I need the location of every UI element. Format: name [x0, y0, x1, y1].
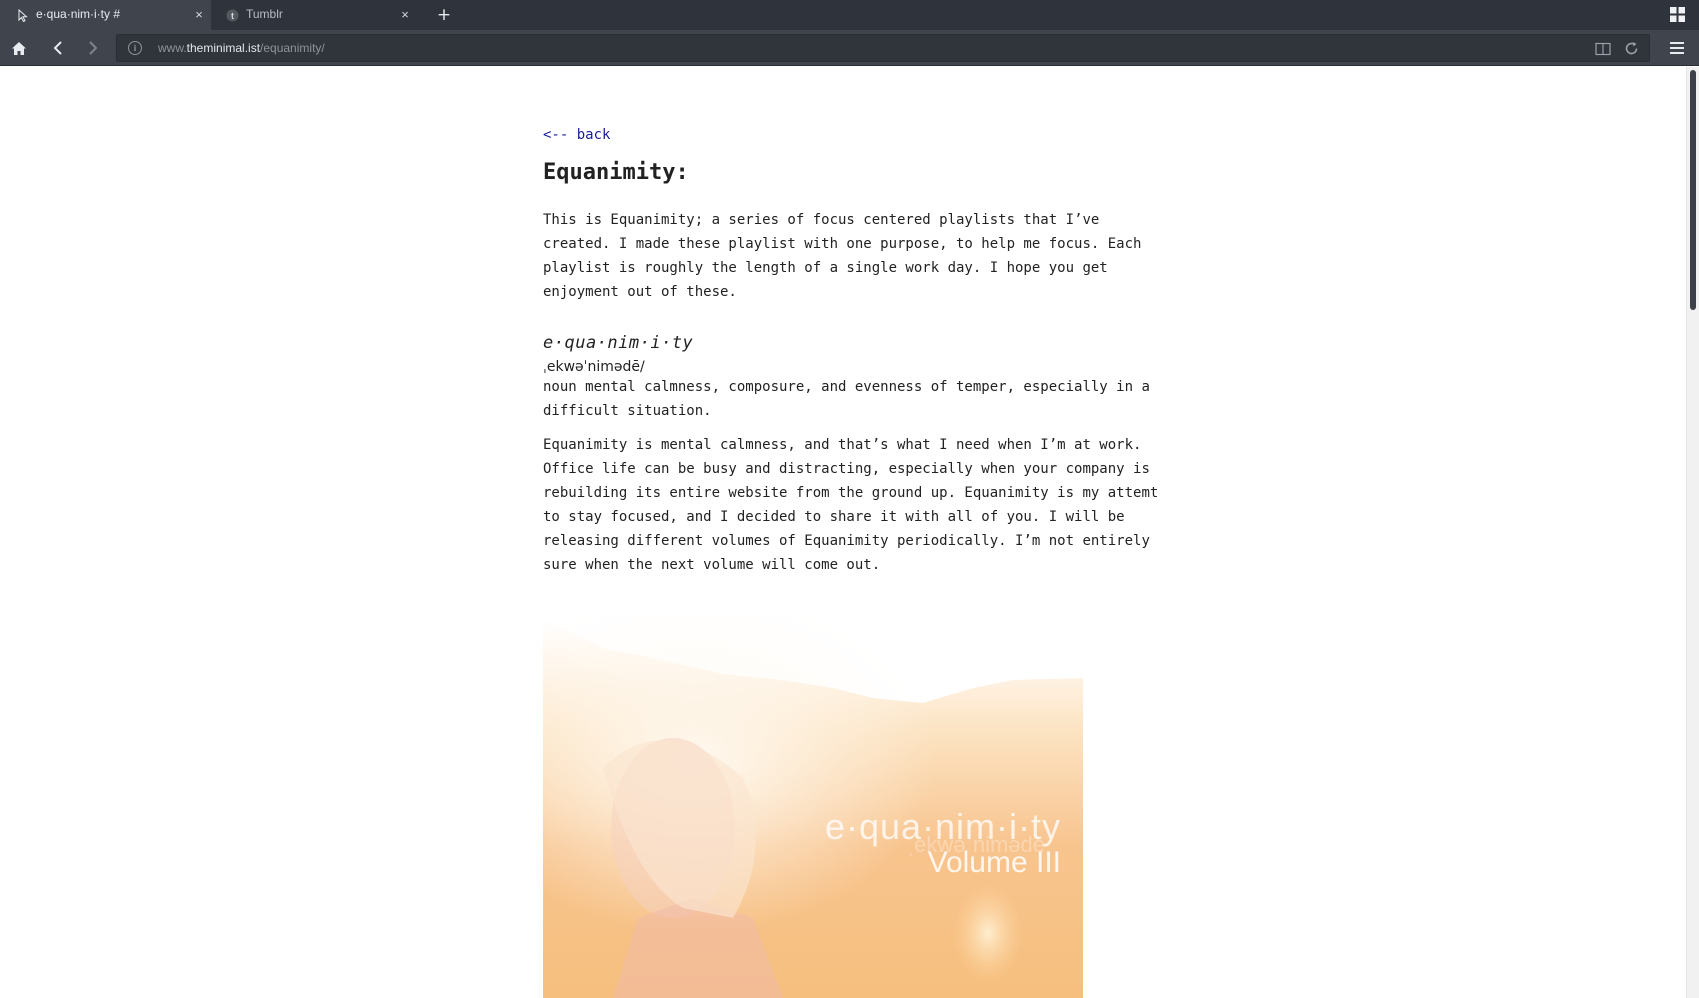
url-path: /equanimity/	[260, 41, 325, 55]
reader-mode-icon[interactable]	[1595, 41, 1611, 56]
tumblr-icon: t	[225, 8, 239, 22]
intro-paragraph: This is Equanimity; a series of focus ce…	[543, 212, 1142, 300]
url-host: theminimal.ist	[186, 41, 261, 55]
new-tab-button[interactable]: +	[436, 6, 452, 24]
url-text[interactable]: www.theminimal.ist/equanimity/	[158, 41, 325, 55]
definition-pronunciation: ˌekwəˈnimədē/	[543, 359, 645, 375]
address-bar[interactable]: i www.theminimal.ist/equanimity/	[116, 34, 1650, 62]
album-cover-image: e·qua·nim·i·ty ˌekwəˈnimədē Volume III	[543, 618, 1083, 998]
svg-text:t: t	[231, 11, 234, 21]
definition-meaning: noun mental calmness, composure, and eve…	[543, 379, 1150, 419]
tab-bar: e·qua·nim·i·ty # × t Tumblr × +	[0, 0, 1699, 30]
explanation-paragraph: Equanimity is mental calmness, and that’…	[543, 437, 1159, 573]
url-prefix: www.	[158, 41, 187, 55]
close-tab-icon[interactable]: ×	[399, 8, 411, 22]
home-icon[interactable]	[9, 39, 29, 57]
hamburger-menu-icon[interactable]	[1669, 40, 1685, 54]
vertical-scrollbar[interactable]	[1686, 67, 1699, 998]
tab-equanimity[interactable]: e·qua·nim·i·ty # ×	[0, 0, 211, 30]
page-title: Equanimity:	[543, 160, 689, 185]
tab-title: Tumblr	[246, 7, 283, 21]
page-viewport: <-- back Equanimity: This is Equanimity;…	[0, 67, 1686, 998]
forward-arrow-icon[interactable]	[83, 39, 103, 57]
navigation-toolbar: i www.theminimal.ist/equanimity/	[0, 30, 1699, 66]
definition-word: e·qua·nim·i·ty	[543, 333, 694, 353]
close-tab-icon[interactable]: ×	[193, 8, 205, 22]
cursor-icon	[16, 8, 30, 22]
back-arrow-icon[interactable]	[48, 39, 68, 57]
cover-volume: Volume III	[927, 846, 1061, 879]
site-info-icon[interactable]: i	[128, 41, 142, 55]
tab-tumblr[interactable]: t Tumblr ×	[221, 0, 421, 30]
scrollbar-thumb[interactable]	[1690, 70, 1696, 310]
tab-overview-icon[interactable]	[1670, 7, 1685, 22]
reload-icon[interactable]	[1624, 41, 1639, 56]
back-link[interactable]: <-- back	[543, 127, 610, 143]
tab-title: e·qua·nim·i·ty #	[36, 7, 121, 21]
